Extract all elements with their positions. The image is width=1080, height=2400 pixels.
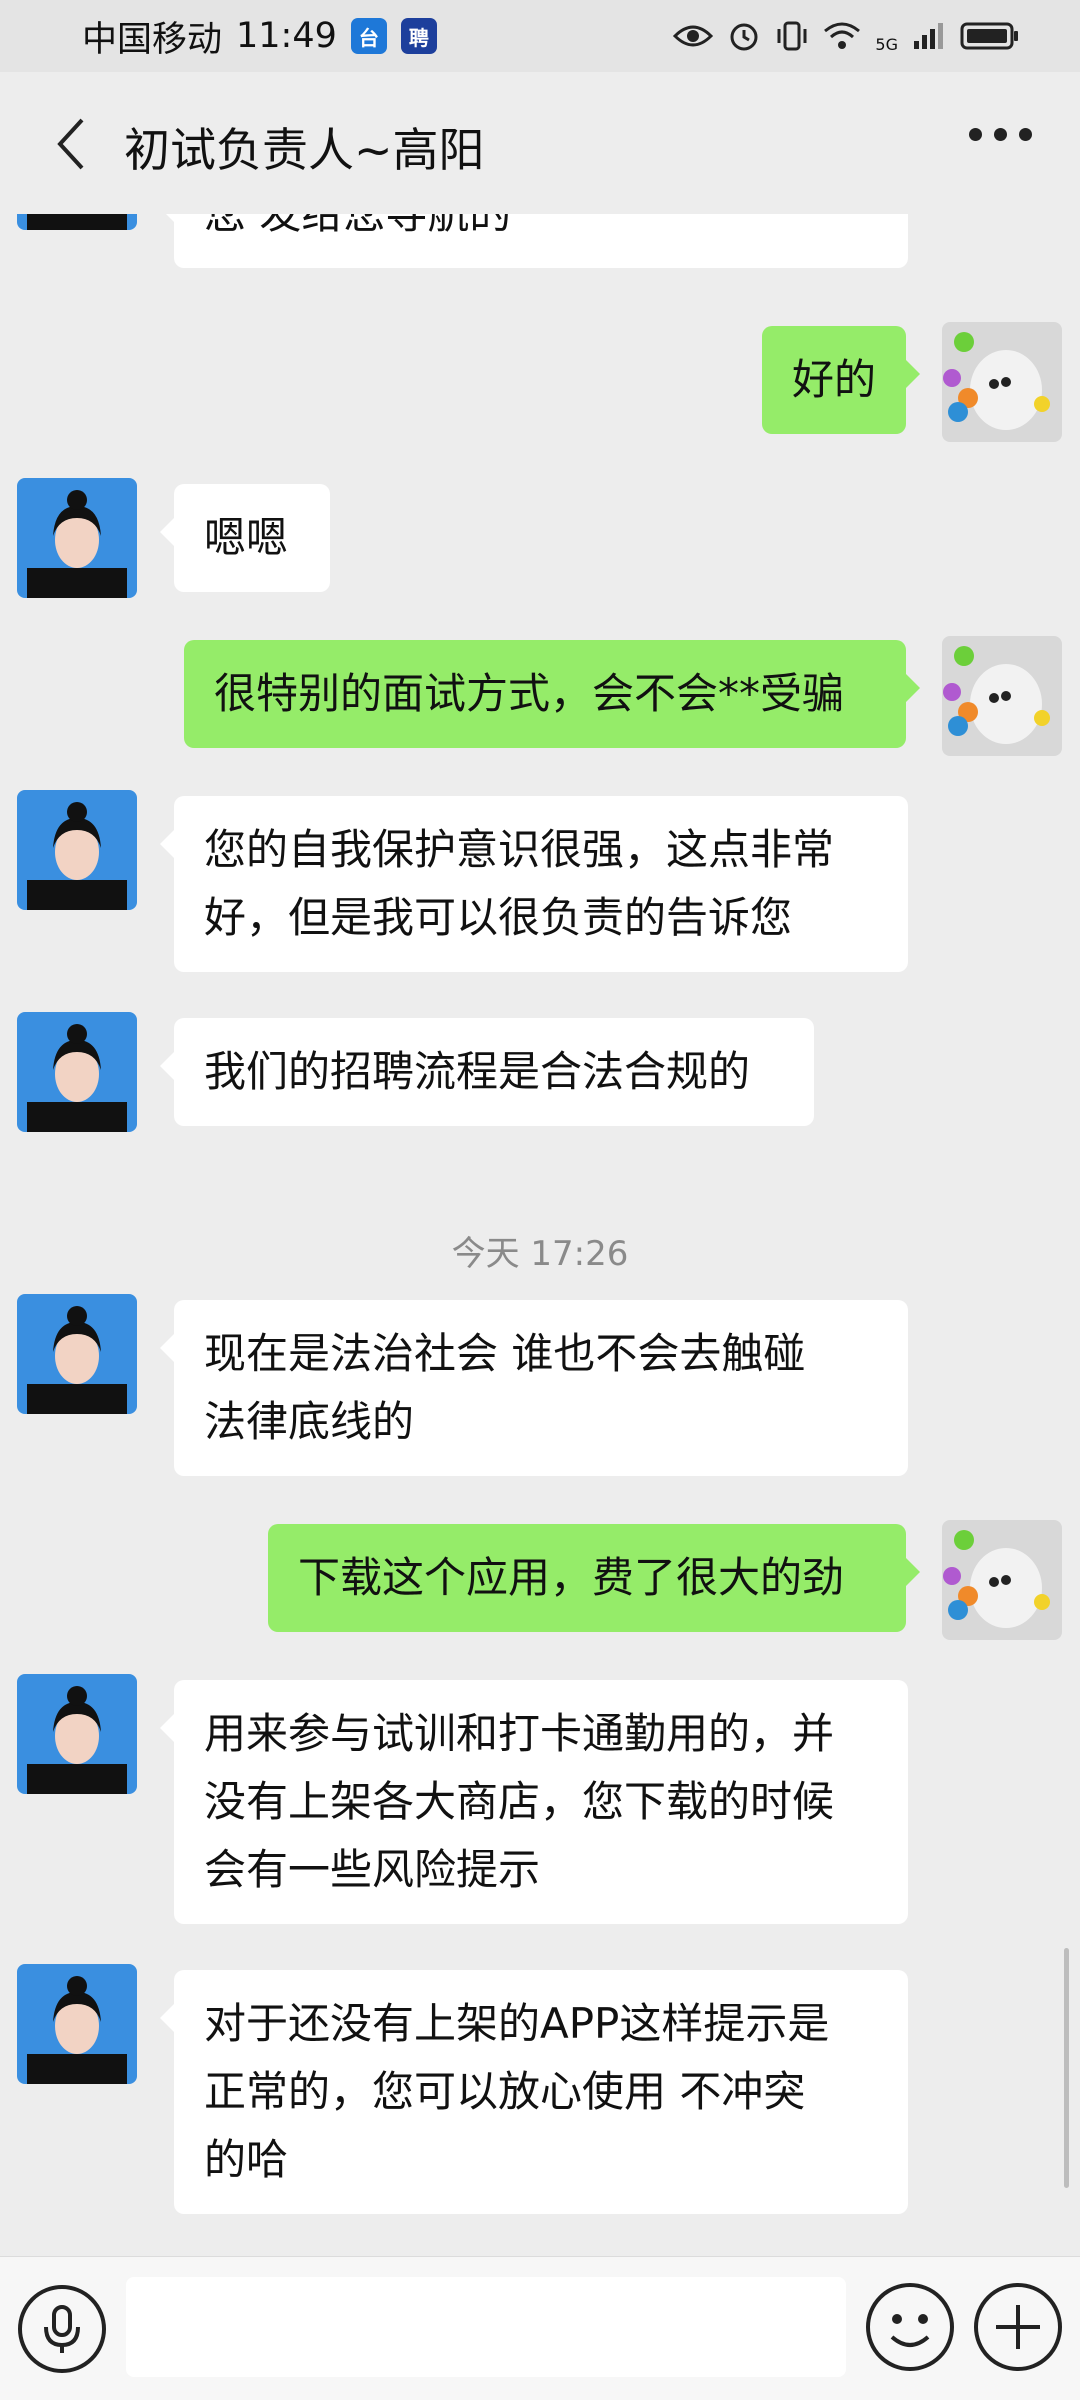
message-timestamp: 今天 17:26 xyxy=(451,1234,629,1274)
more-dots-icon[interactable] xyxy=(969,128,1032,141)
microphone-icon[interactable] xyxy=(16,2283,108,2375)
contact-avatar[interactable] xyxy=(17,214,137,230)
battery-icon xyxy=(960,22,1018,50)
clock: 11:49 xyxy=(236,16,337,56)
contact-avatar[interactable] xyxy=(17,1012,137,1132)
contact-avatar[interactable] xyxy=(17,790,137,910)
received-message[interactable]: 现在是法治社会 谁也不会去触碰 法律底线的 xyxy=(160,1300,908,1476)
network-type-label: 5G xyxy=(875,34,898,54)
alarm-icon xyxy=(730,23,758,51)
user-avatar[interactable] xyxy=(942,636,1062,756)
sent-message[interactable]: 下载这个应用，费了很大的劲 xyxy=(268,1524,920,1632)
vibrate-icon xyxy=(777,21,807,51)
received-message[interactable]: 对于还没有上架的APP这样提示是 正常的，您可以放心使用 不冲突 的哈 xyxy=(160,1970,908,2214)
chevron-left-icon[interactable] xyxy=(52,116,92,172)
contact-avatar[interactable] xyxy=(17,1674,137,1794)
eye-icon xyxy=(673,25,714,47)
received-message[interactable]: 您 发给您导航的 xyxy=(160,214,908,268)
sent-message[interactable]: 很特别的面试方式，会不会**受骗 xyxy=(184,640,920,748)
received-message[interactable]: 您的自我保护意识很强，这点非常 好，但是我可以很负责的告诉您 xyxy=(160,796,908,972)
carrier-label: 中国移动 xyxy=(82,19,223,60)
user-avatar[interactable] xyxy=(942,1520,1062,1640)
user-avatar[interactable] xyxy=(942,322,1062,442)
received-message[interactable]: 我们的招聘流程是合法合规的 xyxy=(160,1018,814,1126)
contact-avatar[interactable] xyxy=(17,1964,137,2084)
scrollbar[interactable] xyxy=(1064,1948,1069,2188)
plus-icon[interactable] xyxy=(972,2281,1064,2373)
sent-message[interactable]: 好的 xyxy=(762,326,920,434)
wifi-icon xyxy=(824,22,861,49)
signal-icon xyxy=(914,23,943,49)
chat-screen: 中国移动 11:49 台 聘 5G 初试负责人~高阳 您 发给您 xyxy=(0,0,1080,2400)
chat-header: 初试负责人~高阳 xyxy=(0,72,1080,214)
chat-title: 初试负责人~高阳 xyxy=(124,123,485,177)
message-list[interactable]: 您 发给您导航的 好的 嗯嗯 很特别的面试方式，会不会**受骗 xyxy=(0,214,1080,2256)
app-notification-icon: 台 xyxy=(350,18,387,54)
received-message[interactable]: 嗯嗯 xyxy=(160,484,330,592)
contact-avatar[interactable] xyxy=(17,478,137,598)
received-message[interactable]: 用来参与试训和打卡通勤用的，并 没有上架各大商店，您下载的时候 会有一些风险提示 xyxy=(160,1680,908,1924)
message-input[interactable] xyxy=(126,2277,846,2377)
input-bar xyxy=(0,2256,1080,2400)
status-bar: 中国移动 11:49 台 聘 5G xyxy=(0,0,1080,72)
smiley-icon[interactable] xyxy=(864,2281,956,2373)
recruit-app-notification-icon: 聘 xyxy=(400,18,437,54)
contact-avatar[interactable] xyxy=(17,1294,137,1414)
